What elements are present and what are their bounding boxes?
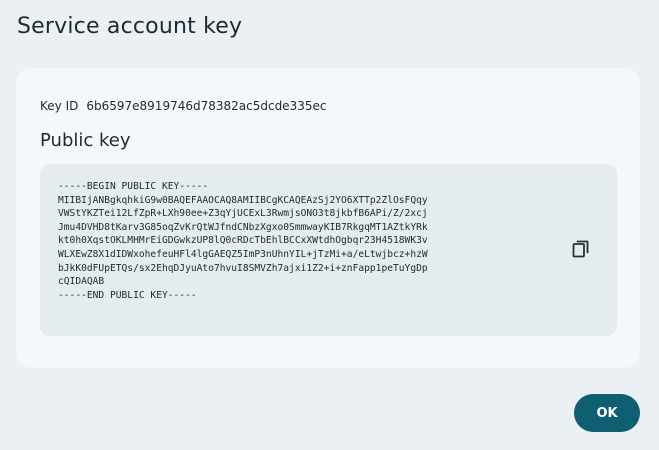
key-id-value: 6b6597e8919746d78382ac5dcde335ec [86,99,327,113]
key-card: Key ID 6b6597e8919746d78382ac5dcde335ec P… [16,68,640,368]
copy-button[interactable] [569,237,593,261]
public-key-heading: Public key [40,130,131,151]
public-key-text: -----BEGIN PUBLIC KEY----- MIIBIjANBgkqh… [58,181,428,301]
copy-icon [572,240,589,258]
public-key-box: -----BEGIN PUBLIC KEY----- MIIBIjANBgkqh… [40,164,617,336]
ok-button[interactable]: OK [574,394,640,432]
dialog-title: Service account key [17,14,243,39]
key-id-label: Key ID [40,99,79,113]
key-id-row: Key ID 6b6597e8919746d78382ac5dcde335ec [40,99,326,113]
